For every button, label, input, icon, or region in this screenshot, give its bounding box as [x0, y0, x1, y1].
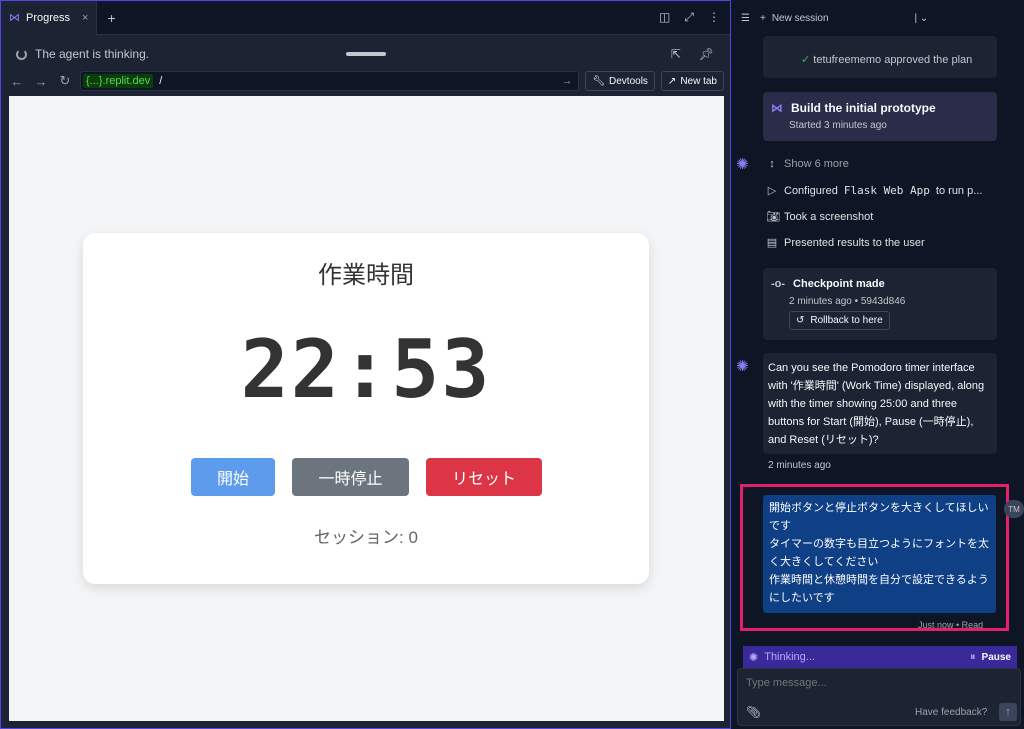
new-session-button[interactable]: + New session	[760, 13, 829, 24]
new-tab-label: New tab	[680, 75, 717, 87]
approval-block: ✓ tetufreememo approved the plan	[763, 36, 997, 78]
message-composer: 📎︎ Have feedback? ↑	[737, 668, 1021, 726]
agent-avatar-icon: ✺	[736, 156, 749, 173]
external-link-icon: ↗	[667, 75, 677, 87]
session-counter: セッション: 0	[314, 528, 418, 547]
step-configured: ▷ Configured Flask Web App to run p...	[766, 184, 983, 197]
pause-icon: ⏸︎	[970, 650, 976, 663]
list-icon[interactable]: ☰	[741, 13, 750, 24]
task-card[interactable]: ⋈ Build the initial prototype Started 3 …	[763, 92, 997, 141]
rollback-label: Rollback to here	[810, 315, 883, 326]
progress-icon: ⋈	[9, 12, 20, 24]
start-button[interactable]: 開始	[191, 458, 275, 496]
expand-icon: ↕	[769, 158, 775, 170]
pause-button[interactable]: Pause	[982, 652, 1011, 663]
play-icon: ▷	[767, 185, 777, 197]
step-presented-label: Presented results to the user	[784, 236, 925, 249]
pin-icon[interactable]: 📌︎	[699, 47, 714, 61]
show-more-label: Show 6 more	[784, 158, 849, 170]
devtools-button[interactable]: 🔧︎ Devtools	[585, 71, 655, 91]
add-tab-button[interactable]: +	[107, 10, 115, 26]
checkpoint-card: -o- Checkpoint made 2 minutes ago • 5943…	[763, 268, 997, 340]
thinking-label: Thinking...	[764, 651, 815, 663]
agent-avatar-icon-2: ✺	[736, 358, 749, 375]
camera-icon: 📷︎	[766, 211, 780, 223]
agent-icon: ✺	[749, 651, 759, 664]
tab-progress[interactable]: ⋈ Progress ×	[1, 0, 98, 35]
send-button[interactable]: ↑	[999, 703, 1017, 721]
document-icon: ▤	[766, 237, 778, 249]
session-dropdown[interactable]: | ⌄	[915, 13, 929, 24]
message-input[interactable]	[746, 677, 1006, 689]
address-field[interactable]: {...}.replit.dev / →	[80, 71, 580, 91]
more-menu-icon[interactable]: ⋮	[708, 10, 720, 25]
webview: 作業時間 22:53 開始 一時停止 リセット セッション: 0	[9, 96, 724, 721]
step-presented: ▤ Presented results to the user	[766, 236, 925, 250]
pause-button[interactable]: 一時停止	[292, 458, 409, 496]
maximize-icon[interactable]: ⤢	[684, 10, 694, 25]
url-path: /	[159, 75, 163, 87]
reset-button[interactable]: リセット	[426, 458, 542, 496]
popout-icon[interactable]: ⇱	[671, 47, 681, 61]
task-title: Build the initial prototype	[791, 101, 936, 115]
show-more-button[interactable]: ↕ Show 6 more	[766, 158, 849, 170]
user-message-meta: Just now • Read	[918, 620, 984, 630]
task-subtitle: Started 3 minutes ago	[789, 120, 887, 131]
tab-label: Progress	[26, 11, 71, 24]
url-domain: {...}.replit.dev	[83, 74, 154, 88]
agent-status-bar: The agent is thinking. ⇱ 📌︎	[8, 41, 724, 67]
close-tab-icon[interactable]: ×	[82, 12, 88, 24]
approval-text: tetufreememo approved the plan	[813, 54, 973, 66]
commit-icon: -o-	[771, 278, 786, 290]
wrench-icon: 🔧︎	[592, 75, 606, 87]
forward-icon[interactable]: →	[32, 74, 50, 89]
reload-icon[interactable]: ↻	[56, 73, 74, 89]
plus-icon: +	[759, 12, 766, 24]
new-tab-button[interactable]: ↗ New tab	[660, 71, 724, 91]
step-screenshot: 📷︎ Took a screenshot	[766, 210, 874, 224]
rollback-button[interactable]: ↺ Rollback to here	[789, 311, 890, 330]
step-configured-post: to run p...	[935, 184, 983, 197]
timer-display: 22:53	[240, 323, 492, 416]
undo-icon: ↺	[796, 315, 805, 326]
tab-bar: ⋈ Progress × + ◫ ⤢ ⋮	[1, 0, 730, 35]
timer-title: 作業時間	[318, 262, 414, 289]
go-icon[interactable]: →	[561, 75, 576, 87]
chat-header: ☰ + New session | ⌄	[731, 0, 1024, 36]
step-configured-pre: Configured	[784, 184, 838, 197]
spinner-icon	[16, 48, 27, 60]
step-configured-code: Flask Web App	[843, 184, 930, 197]
drag-handle[interactable]	[346, 52, 386, 56]
attach-icon[interactable]: 📎︎	[746, 705, 761, 719]
feedback-link[interactable]: Have feedback?	[915, 707, 987, 718]
step-screenshot-label: Took a screenshot	[784, 210, 874, 223]
checkpoint-meta: 2 minutes ago • 5943d846	[789, 296, 906, 307]
agent-message-time: 2 minutes ago	[768, 460, 831, 471]
preview-pane: ⋈ Progress × + ◫ ⤢ ⋮ The agent is thinki…	[0, 0, 731, 729]
task-icon: ⋈	[771, 101, 783, 115]
devtools-label: Devtools	[609, 75, 648, 87]
agent-message: Can you see the Pomodoro timer interface…	[763, 353, 997, 454]
check-icon: ✓	[801, 54, 811, 66]
split-view-icon[interactable]: ◫	[659, 10, 670, 25]
thinking-bar: ✺ Thinking... ⏸︎ Pause	[743, 646, 1017, 668]
back-icon[interactable]: ←	[8, 74, 26, 89]
checkpoint-title: Checkpoint made	[793, 278, 885, 290]
timer-card: 作業時間 22:53 開始 一時停止 リセット セッション: 0	[83, 233, 649, 584]
user-message: 開始ボタンと停止ボタンを大きくしてほしいです タイマーの数字も目立つようにフォン…	[763, 495, 996, 613]
new-session-label: New session	[771, 12, 829, 24]
user-avatar: TM	[1004, 500, 1024, 518]
agent-status-text: The agent is thinking.	[35, 47, 150, 61]
url-bar: ← → ↻ {...}.replit.dev / → 🔧︎ Devtools ↗…	[8, 69, 724, 93]
